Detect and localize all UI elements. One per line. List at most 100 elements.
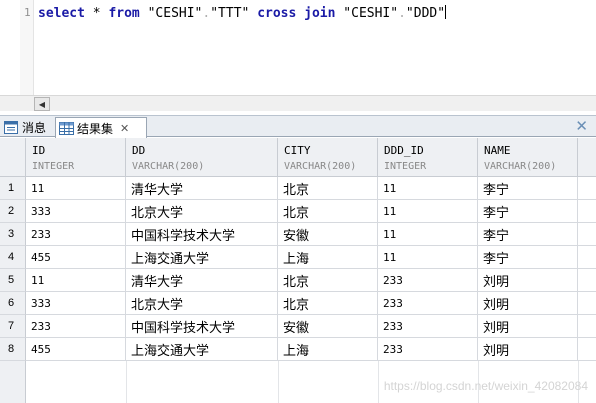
column-name: CITY	[284, 144, 311, 157]
table-name-2: "DDD"	[405, 6, 446, 21]
keyword-cross: cross	[257, 6, 297, 21]
tab-messages[interactable]: 消息	[3, 117, 53, 137]
table-cell[interactable]: 上海	[278, 338, 378, 361]
table-cell-filler	[578, 338, 596, 361]
table-cell-filler	[578, 315, 596, 338]
table-cell-filler	[578, 292, 596, 315]
table-cell[interactable]: 刘明	[478, 269, 578, 292]
column-header-ddd-id[interactable]: DDD_ID INTEGER	[378, 138, 478, 177]
table-cell[interactable]: 中国科学技术大学	[126, 223, 278, 246]
table-cell[interactable]: 11	[378, 223, 478, 246]
tab-messages-label: 消息	[22, 120, 47, 135]
empty-row-area	[0, 361, 26, 403]
table-cell[interactable]: 李宁	[478, 177, 578, 200]
table-cell[interactable]: 北京	[278, 269, 378, 292]
table-cell-filler	[578, 177, 596, 200]
column-type: VARCHAR(200)	[132, 161, 205, 172]
row-number[interactable]: 1	[0, 177, 26, 200]
table-cell-filler	[578, 246, 596, 269]
table-cell[interactable]: 北京大学	[126, 200, 278, 223]
result-grid: ID INTEGER DD VARCHAR(200) CITY VARCHAR(…	[0, 138, 596, 403]
table-cell[interactable]: 233	[378, 269, 478, 292]
table-cell[interactable]: 333	[26, 200, 126, 223]
table-cell[interactable]: 333	[26, 292, 126, 315]
table-cell-filler	[578, 269, 596, 292]
table-cell[interactable]: 清华大学	[126, 177, 278, 200]
grid-corner[interactable]	[0, 138, 26, 177]
column-type: INTEGER	[32, 161, 75, 172]
column-name: DD	[132, 144, 146, 157]
grid-column-line	[378, 361, 379, 403]
table-cell[interactable]: 北京	[278, 292, 378, 315]
close-icon[interactable]: ✕	[120, 122, 129, 135]
grid-column-line	[126, 361, 127, 403]
table-name-1: "TTT"	[210, 6, 258, 21]
table-cell[interactable]: 上海交通大学	[126, 338, 278, 361]
table-cell[interactable]: 上海	[278, 246, 378, 269]
column-header-city[interactable]: CITY VARCHAR(200)	[278, 138, 378, 177]
editor-horizontal-scrollbar[interactable]: ◀	[34, 95, 596, 111]
column-type: VARCHAR(200)	[484, 161, 557, 172]
grid-table-icon	[58, 120, 74, 136]
table-cell[interactable]: 北京大学	[126, 292, 278, 315]
message-icon	[3, 119, 19, 135]
line-number: 1	[24, 6, 31, 19]
table-cell[interactable]: 北京	[278, 177, 378, 200]
table-cell[interactable]: 刘明	[478, 292, 578, 315]
row-number[interactable]: 7	[0, 315, 26, 338]
table-cell[interactable]: 233	[378, 292, 478, 315]
column-name: NAME	[484, 144, 511, 157]
column-header-id[interactable]: ID INTEGER	[26, 138, 126, 177]
grid-column-line	[278, 361, 279, 403]
row-number[interactable]: 2	[0, 200, 26, 223]
token-star: *	[84, 6, 109, 21]
schema-name-2: "CESHI"	[335, 6, 399, 21]
table-cell[interactable]: 李宁	[478, 246, 578, 269]
table-cell-filler	[578, 200, 596, 223]
table-cell[interactable]: 李宁	[478, 223, 578, 246]
row-number[interactable]: 3	[0, 223, 26, 246]
table-cell[interactable]: 455	[26, 246, 126, 269]
column-name: ID	[32, 144, 46, 157]
table-cell[interactable]: 刘明	[478, 338, 578, 361]
table-cell[interactable]: 233	[378, 315, 478, 338]
row-number[interactable]: 5	[0, 269, 26, 292]
table-cell[interactable]: 安徽	[278, 315, 378, 338]
table-cell[interactable]: 233	[26, 223, 126, 246]
text-caret	[445, 5, 447, 19]
watermark-text: https://blog.csdn.net/weixin_42082084	[383, 379, 588, 393]
column-type: INTEGER	[384, 161, 427, 172]
table-cell[interactable]: 北京	[278, 200, 378, 223]
row-number[interactable]: 8	[0, 338, 26, 361]
table-cell[interactable]: 刘明	[478, 315, 578, 338]
table-cell[interactable]: 233	[378, 338, 478, 361]
table-cell[interactable]: 安徽	[278, 223, 378, 246]
panel-close-icon[interactable]: ✕	[575, 117, 588, 135]
row-number[interactable]: 6	[0, 292, 26, 315]
column-header-dd[interactable]: DD VARCHAR(200)	[126, 138, 278, 177]
table-cell[interactable]: 11	[26, 177, 126, 200]
table-cell[interactable]: 中国科学技术大学	[126, 315, 278, 338]
table-cell[interactable]: 11	[378, 177, 478, 200]
table-cell[interactable]: 清华大学	[126, 269, 278, 292]
table-cell[interactable]: 11	[378, 246, 478, 269]
keyword-select: select	[38, 6, 85, 21]
sql-code-line[interactable]: select * from "CESHI". "TTT" cross join "…	[38, 5, 447, 21]
keyword-from: from	[108, 6, 140, 21]
editor-gutter	[0, 0, 20, 95]
table-cell[interactable]: 李宁	[478, 200, 578, 223]
column-header-name[interactable]: NAME VARCHAR(200)	[478, 138, 578, 177]
tab-results-label: 结果集	[77, 121, 114, 136]
column-header-filler	[578, 138, 596, 177]
column-name: DDD_ID	[384, 144, 424, 157]
table-cell[interactable]: 455	[26, 338, 126, 361]
tab-results[interactable]: 结果集 ✕	[55, 117, 147, 138]
row-number[interactable]: 4	[0, 246, 26, 269]
table-cell[interactable]: 11	[378, 200, 478, 223]
scroll-left-arrow-icon[interactable]: ◀	[34, 97, 50, 111]
table-cell[interactable]: 上海交通大学	[126, 246, 278, 269]
table-cell[interactable]: 11	[26, 269, 126, 292]
result-tab-bar: 消息 结果集 ✕	[0, 115, 596, 138]
sql-editor[interactable]: 1 select * from "CESHI". "TTT" cross join…	[0, 0, 596, 95]
table-cell[interactable]: 233	[26, 315, 126, 338]
